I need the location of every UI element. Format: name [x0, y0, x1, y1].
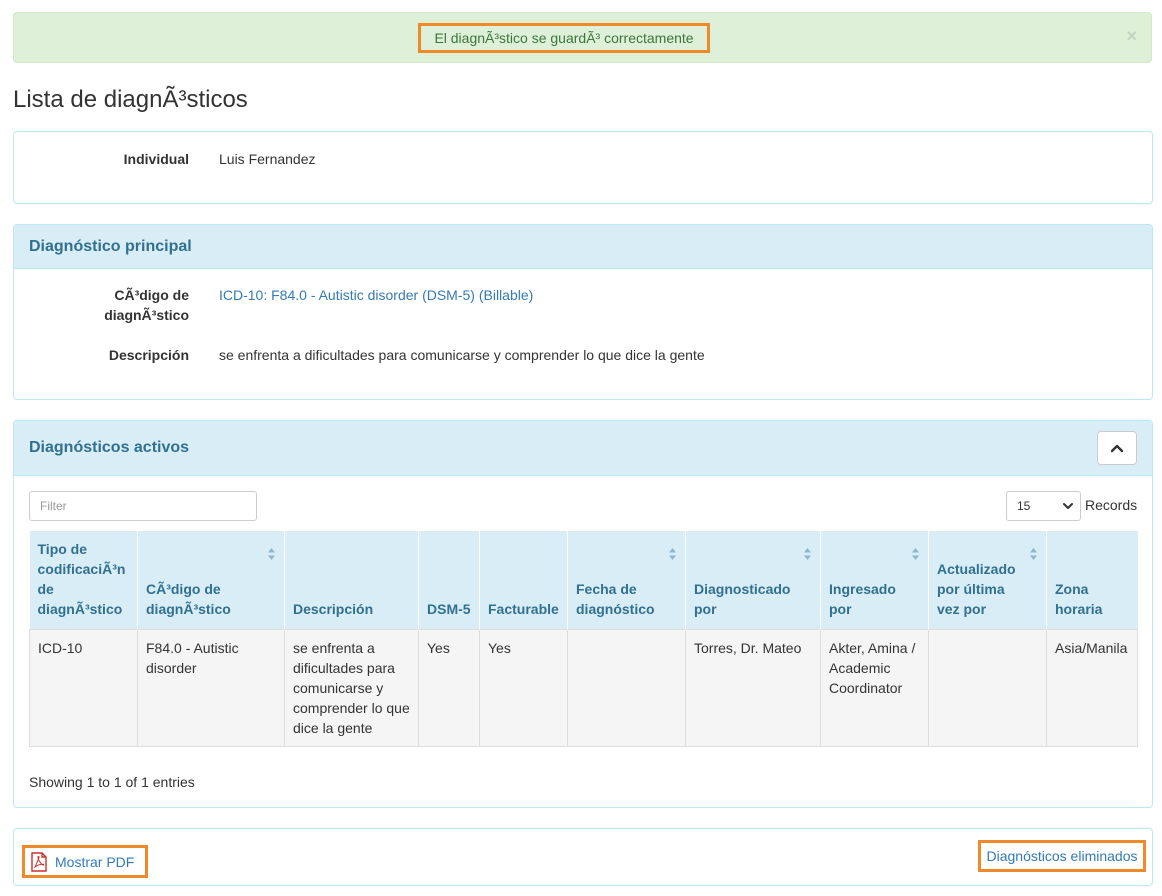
- individual-label: Individual: [123, 151, 189, 167]
- showing-entries-text: Showing 1 to 1 of 1 entries: [29, 774, 195, 790]
- individual-panel: Individual Luis Fernandez: [13, 131, 1153, 204]
- cell-actualizado: [928, 629, 1047, 747]
- sort-icon: [912, 548, 919, 560]
- cell-fecha: [567, 629, 686, 747]
- sort-icon: [804, 548, 811, 560]
- page-title: Lista de diagnÃ³sticos: [13, 86, 248, 113]
- code-label-line2: diagnÃ³stico: [104, 307, 189, 323]
- diagnosis-code-link[interactable]: ICD-10: F84.0 - Autistic disorder (DSM-5…: [219, 285, 533, 305]
- col-header-fecha[interactable]: Fecha de diagnóstico: [567, 531, 686, 630]
- sort-icon: [1030, 548, 1037, 560]
- records-label: Records: [1085, 497, 1138, 513]
- col-header-descripcion[interactable]: Descripción: [284, 531, 419, 630]
- chevron-down-icon: [1063, 503, 1073, 509]
- code-label-line1: CÃ³digo de: [114, 287, 189, 303]
- col-header-ingresado[interactable]: Ingresado por: [820, 531, 929, 630]
- cell-zona: Asia/Manila: [1046, 629, 1138, 747]
- col-header-diagnosticado[interactable]: Diagnosticado por: [685, 531, 821, 630]
- col-header-dsm5[interactable]: DSM-5: [418, 531, 480, 630]
- individual-value: Luis Fernandez: [219, 151, 316, 167]
- records-select[interactable]: 15: [1006, 491, 1081, 521]
- table-row: ICD-10 F84.0 - Autistic disorder se enfr…: [29, 629, 1138, 747]
- col-header-actualizado[interactable]: Actualizado por última vez por: [928, 531, 1047, 630]
- show-pdf-label: Mostrar PDF: [55, 853, 135, 870]
- cell-ingresado: Akter, Amina / Academic Coordinator: [820, 629, 929, 747]
- active-diagnoses-panel: Diagnósticos activos 15 Records Tipo de …: [13, 420, 1153, 808]
- deleted-diagnoses-link[interactable]: Diagnósticos eliminados: [978, 840, 1146, 872]
- diagnoses-table: Tipo de codificaciÃ³n de diagnÃ³stico CÃ…: [29, 531, 1138, 747]
- panel-heading-principal: Diagnóstico principal: [29, 237, 192, 255]
- sort-icon: [268, 548, 275, 560]
- show-pdf-button[interactable]: Mostrar PDF: [22, 845, 148, 878]
- col-header-facturable[interactable]: Facturable: [479, 531, 568, 630]
- table-header-row: Tipo de codificaciÃ³n de diagnÃ³stico CÃ…: [29, 531, 1138, 630]
- sort-icon: [669, 548, 676, 560]
- cell-dsm5: Yes: [418, 629, 480, 747]
- success-alert: El diagnÃ³stico se guardÃ³ correctamente…: [13, 12, 1152, 63]
- description-label: Descripción: [108, 347, 189, 363]
- chevron-up-icon: [1110, 444, 1124, 453]
- deleted-diagnoses-label: Diagnósticos eliminados: [986, 848, 1138, 864]
- cell-diagnosticado: Torres, Dr. Mateo: [685, 629, 821, 747]
- collapse-button[interactable]: [1097, 431, 1137, 465]
- description-value: se enfrenta a dificultades para comunica…: [219, 347, 705, 363]
- filter-input[interactable]: [29, 491, 257, 521]
- alert-message: El diagnÃ³stico se guardÃ³ correctamente: [418, 23, 710, 53]
- col-header-codigo[interactable]: CÃ³digo de diagnÃ³stico: [137, 531, 285, 630]
- cell-tipo: ICD-10: [29, 629, 138, 747]
- col-header-zona[interactable]: Zona horaria: [1046, 531, 1138, 630]
- close-icon[interactable]: ×: [1126, 26, 1137, 46]
- pdf-icon: [31, 851, 47, 872]
- panel-heading-active: Diagnósticos activos: [29, 439, 190, 456]
- cell-descripcion: se enfrenta a dificultades para comunica…: [284, 629, 419, 747]
- code-label: CÃ³digo de diagnÃ³stico: [14, 285, 189, 325]
- col-header-tipo[interactable]: Tipo de codificaciÃ³n de diagnÃ³stico: [29, 531, 138, 630]
- records-value: 15: [1017, 499, 1031, 513]
- cell-codigo: F84.0 - Autistic disorder: [137, 629, 285, 747]
- principal-diagnosis-panel: Diagnóstico principal CÃ³digo de diagnÃ³…: [13, 224, 1153, 400]
- footer-panel: Mostrar PDF Diagnósticos eliminados: [13, 828, 1153, 886]
- cell-facturable: Yes: [479, 629, 568, 747]
